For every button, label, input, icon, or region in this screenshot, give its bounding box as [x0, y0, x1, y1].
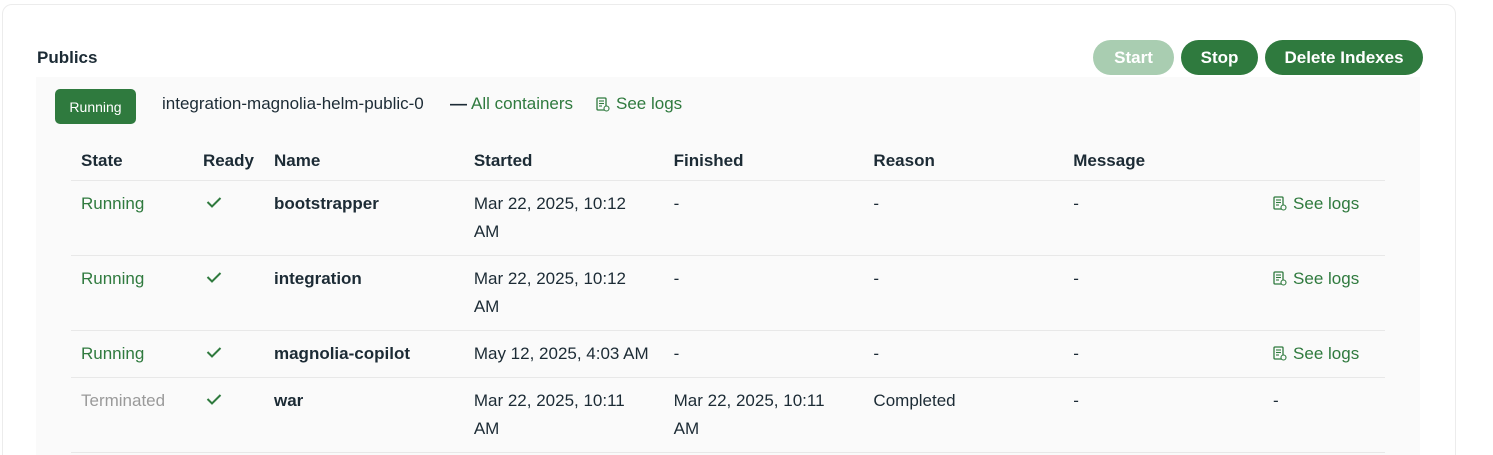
cell-finished: -	[663, 180, 864, 256]
row-see-logs-link[interactable]: See logs	[1273, 190, 1375, 218]
cell-message: -	[1063, 377, 1264, 453]
document-logs-icon	[596, 96, 610, 112]
pod-see-logs-label: See logs	[616, 94, 683, 113]
cell-name: magnolia-copilot	[263, 330, 464, 378]
document-logs-icon	[1273, 346, 1287, 361]
header-reason: Reason	[863, 142, 1064, 181]
table-row: Terminated war Mar 22, 2025, 10:11 AM Ma…	[71, 377, 1385, 453]
row-see-logs-label: See logs	[1293, 268, 1360, 288]
cell-logs: See logs	[1263, 330, 1385, 378]
table-row: Running bootstrapper Mar 22, 2025, 10:12…	[71, 180, 1385, 256]
dash-icon: —	[450, 94, 467, 113]
cell-reason: -	[863, 255, 1064, 331]
table-row: Running magnolia-copilot May 12, 2025, 4…	[71, 330, 1385, 378]
cell-ready	[192, 255, 264, 331]
cell-finished: Mar 22, 2025, 10:11 AM	[663, 377, 864, 453]
cell-reason: -	[863, 330, 1064, 378]
header-started: Started	[463, 142, 664, 181]
header-state: State	[71, 142, 193, 181]
stop-button[interactable]: Stop	[1181, 40, 1258, 75]
cell-ready	[192, 377, 264, 453]
row-see-logs-link[interactable]: See logs	[1273, 340, 1375, 368]
pod-name: integration-magnolia-helm-public-0	[162, 94, 424, 113]
document-logs-icon	[1273, 271, 1287, 286]
cell-name: war	[263, 377, 464, 453]
cell-finished: -	[663, 255, 864, 331]
cell-started: Mar 22, 2025, 10:12 AM	[463, 255, 664, 331]
cell-message: -	[1063, 330, 1264, 378]
cell-started: May 12, 2025, 4:03 AM	[463, 330, 664, 378]
cell-state: Running	[71, 180, 193, 256]
check-icon	[206, 346, 222, 358]
action-buttons: Start Stop Delete Indexes	[1093, 40, 1423, 75]
cell-name: bootstrapper	[263, 180, 464, 256]
all-containers-link[interactable]: — All containers	[450, 94, 573, 114]
cell-started: Mar 22, 2025, 10:12 AM	[463, 180, 664, 256]
pod-header: Running integration-magnolia-helm-public…	[55, 89, 955, 125]
cell-logs: See logs	[1263, 180, 1385, 256]
check-icon	[206, 271, 222, 283]
cell-started: Mar 22, 2025, 10:11 AM	[463, 377, 664, 453]
header-name: Name	[263, 142, 464, 181]
header-ready: Ready	[192, 142, 264, 181]
cell-logs: -	[1263, 377, 1385, 453]
cell-reason: Completed	[863, 377, 1064, 453]
row-logs-empty: -	[1273, 390, 1279, 410]
section-title: Publics	[37, 48, 98, 67]
row-see-logs-label: See logs	[1293, 343, 1360, 363]
pod-status-badge: Running	[55, 89, 136, 124]
cell-ready	[192, 180, 264, 256]
cell-reason: -	[863, 180, 1064, 256]
cell-finished: -	[663, 330, 864, 378]
cell-message: -	[1063, 255, 1264, 331]
cell-logs: See logs	[1263, 255, 1385, 331]
header-finished: Finished	[663, 142, 864, 181]
row-see-logs-link[interactable]: See logs	[1273, 265, 1375, 293]
all-containers-label: All containers	[471, 94, 574, 113]
cell-state: Running	[71, 330, 193, 378]
cell-name: integration	[263, 255, 464, 331]
header-message: Message	[1063, 142, 1264, 181]
start-button[interactable]: Start	[1093, 40, 1174, 75]
cell-state: Terminated	[71, 377, 193, 453]
cell-message: -	[1063, 180, 1264, 256]
header-actions	[1263, 142, 1385, 181]
row-see-logs-label: See logs	[1293, 193, 1360, 213]
pod-see-logs-link[interactable]: See logs	[596, 94, 682, 114]
cell-ready	[192, 330, 264, 378]
document-logs-icon	[1273, 196, 1287, 211]
delete-indexes-button[interactable]: Delete Indexes	[1265, 40, 1423, 75]
check-icon	[206, 196, 222, 208]
containers-table: State Ready Name Started Finished Reason…	[71, 142, 1385, 453]
pod-panel: Running integration-magnolia-helm-public…	[36, 77, 1420, 455]
cell-state: Running	[71, 255, 193, 331]
check-icon	[206, 393, 222, 405]
table-row: Running integration Mar 22, 2025, 10:12 …	[71, 255, 1385, 331]
table-header-row: State Ready Name Started Finished Reason…	[71, 142, 1385, 181]
